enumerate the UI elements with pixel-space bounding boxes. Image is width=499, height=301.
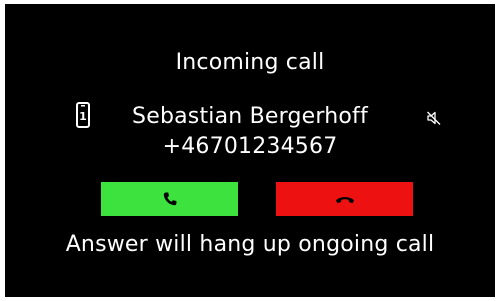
speaker-muted-icon	[427, 111, 441, 125]
page-title: Incoming call	[175, 50, 325, 75]
hangup-warning-text: Answer will hang up ongoing call	[65, 232, 435, 257]
decline-button[interactable]	[276, 182, 413, 216]
phone-hangup-icon	[335, 197, 354, 204]
caller-name: Sebastian Bergerhoff	[132, 104, 368, 129]
phone-answer-icon	[163, 192, 176, 206]
caller-number: +46701234567	[162, 134, 338, 159]
incoming-call-screen: Incoming call 1 Sebastian Bergerhoff +46…	[5, 4, 495, 297]
answer-button[interactable]	[101, 182, 238, 216]
